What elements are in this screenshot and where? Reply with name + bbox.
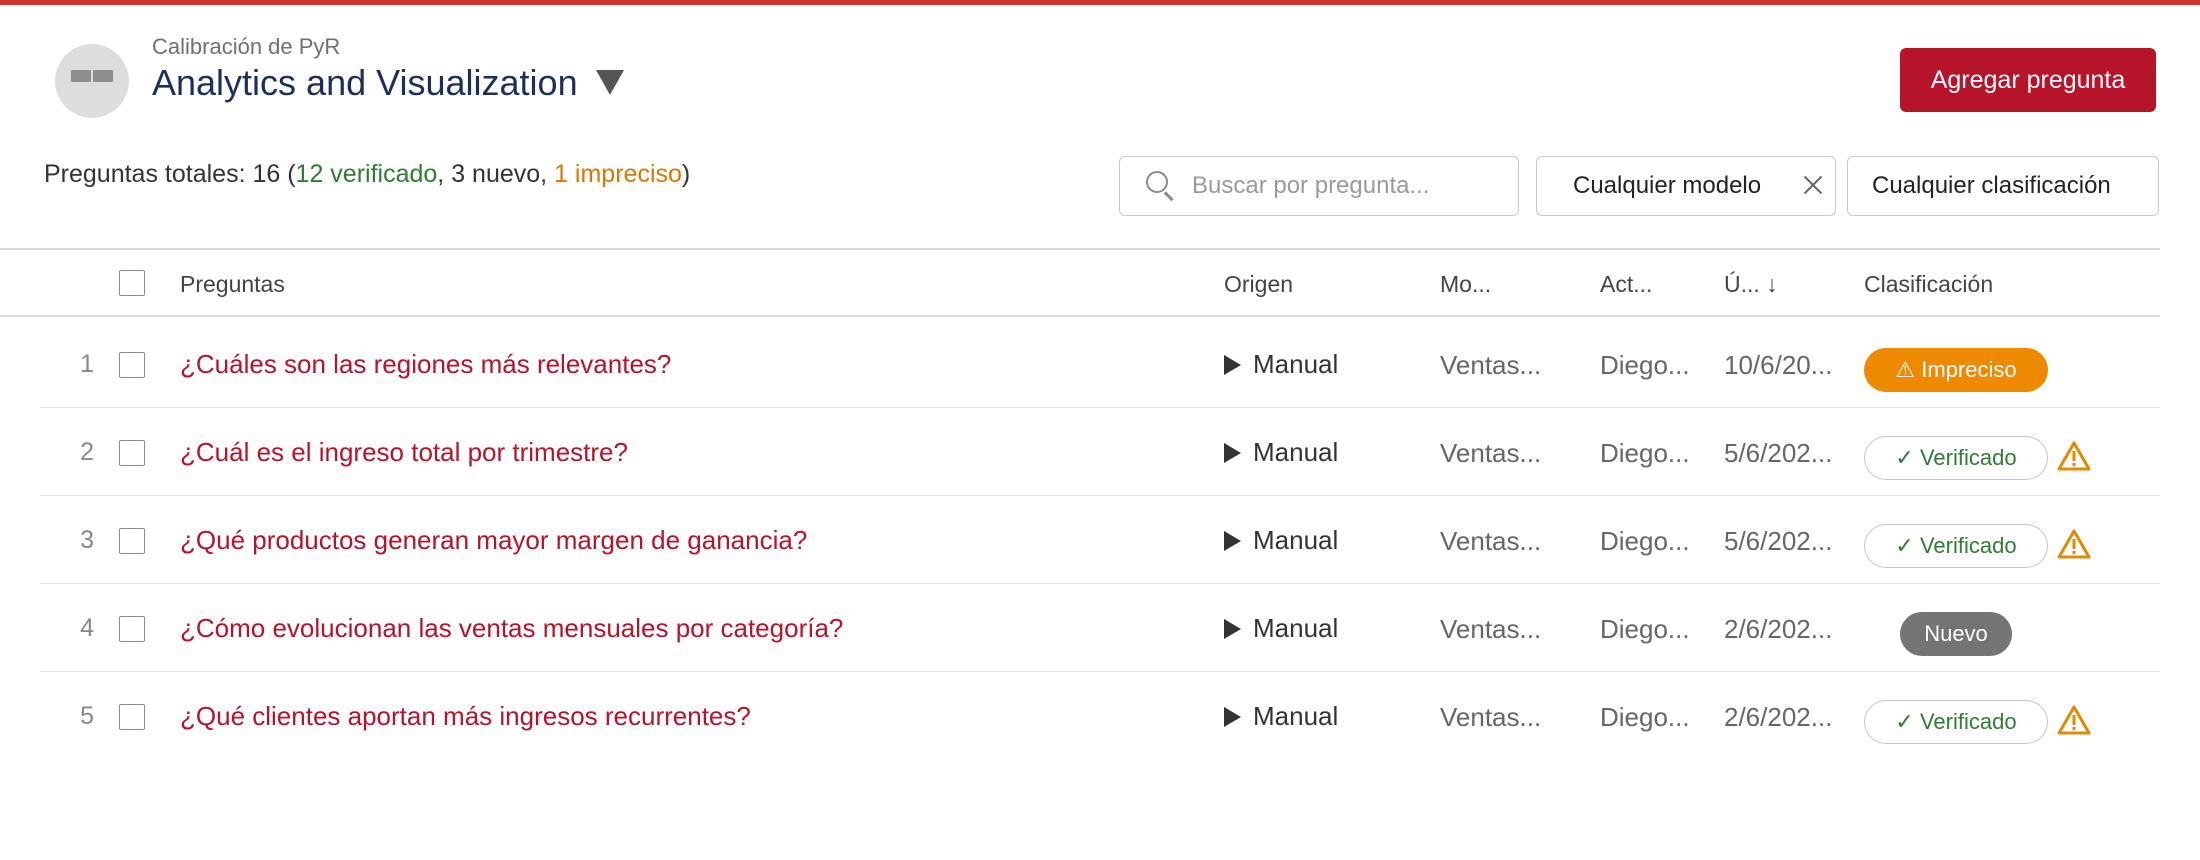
caret-down-icon[interactable] [595, 69, 624, 95]
row-number: 1 [80, 350, 94, 378]
actor-value: Diego... [1600, 438, 1690, 468]
model-value: Ventas... [1440, 614, 1542, 644]
warning-icon[interactable] [2056, 528, 2092, 560]
actor-value: Diego... [1600, 526, 1690, 556]
avatar-eye-left [71, 70, 91, 82]
column-header-classification[interactable]: Clasificación [1864, 271, 1993, 298]
row-divider [40, 583, 2160, 584]
page-title: Analytics and Visualization [152, 62, 578, 103]
sort-arrow-icon[interactable]: ↓ [1766, 271, 1778, 297]
status-badge-verified: ✓ Verificado [1864, 700, 2048, 744]
date-value: 10/6/20... [1724, 350, 1833, 380]
add-question-button[interactable]: Agregar pregunta [1900, 48, 2156, 112]
summary-imprecise: 1 impreciso [554, 160, 682, 188]
search-box[interactable] [1119, 156, 1519, 216]
model-value: Ventas... [1440, 438, 1542, 468]
column-header-last[interactable]: Ú... ↓ [1724, 271, 1778, 298]
origin-value: Manual [1253, 701, 1339, 731]
model-filter[interactable]: Cualquier modelo [1536, 156, 1836, 216]
origin-value: Manual [1253, 349, 1339, 379]
warning-icon[interactable] [2056, 704, 2092, 736]
row-number: 5 [80, 702, 94, 730]
search-input[interactable] [1190, 171, 1514, 201]
model-value: Ventas... [1440, 702, 1542, 732]
question-link[interactable]: ¿Cuál es el ingreso total por trimestre? [180, 437, 628, 468]
dataset-selector[interactable]: Analytics and Visualization [152, 62, 624, 104]
questions-summary: Preguntas totales: 16 (12 verificado, 3 … [44, 160, 690, 189]
column-header-actor[interactable]: Act... [1600, 271, 1652, 298]
origin-toggle[interactable]: Manual [1224, 613, 1338, 644]
select-all-checkbox[interactable] [119, 270, 145, 296]
origin-toggle[interactable]: Manual [1224, 525, 1338, 556]
status-badge-verified: ✓ Verificado [1864, 436, 2048, 480]
actor-value: Diego... [1600, 702, 1690, 732]
column-header-last-label: Ú... [1724, 271, 1760, 297]
origin-value: Manual [1253, 437, 1339, 467]
play-icon [1224, 618, 1241, 639]
column-header-questions[interactable]: Preguntas [180, 271, 285, 298]
model-value: Ventas... [1440, 526, 1542, 556]
status-badge-imprecise: ⚠ Impreciso [1864, 348, 2048, 392]
close-icon[interactable] [1801, 173, 1825, 197]
warning-icon[interactable] [2056, 440, 2092, 472]
date-value: 5/6/202... [1724, 438, 1833, 468]
summary-new: 3 nuevo [451, 160, 541, 188]
column-header-model[interactable]: Mo... [1440, 271, 1491, 298]
actor-value: Diego... [1600, 350, 1690, 380]
header-divider [0, 315, 2160, 317]
origin-toggle[interactable]: Manual [1224, 701, 1338, 732]
search-icon [1146, 171, 1176, 201]
status-badge-verified: ✓ Verificado [1864, 524, 2048, 568]
origin-value: Manual [1253, 613, 1339, 643]
column-header-origin[interactable]: Origen [1224, 271, 1293, 298]
top-accent-bar [0, 0, 2200, 5]
summary-separator: , [540, 160, 555, 188]
status-badge-new: Nuevo [1900, 612, 2012, 656]
summary-verified: 12 verificado [295, 160, 438, 188]
play-icon [1224, 530, 1241, 551]
row-checkbox[interactable] [119, 440, 145, 466]
avatar-icon [55, 44, 129, 118]
summary-prefix: Preguntas totales: 16 ( [44, 160, 296, 188]
row-number: 4 [80, 614, 94, 642]
question-link[interactable]: ¿Qué clientes aportan más ingresos recur… [180, 701, 751, 732]
page-subtitle: Calibración de PyR [152, 34, 341, 59]
summary-separator: , [437, 160, 452, 188]
date-value: 2/6/202... [1724, 614, 1833, 644]
row-number: 3 [80, 526, 94, 554]
row-divider [40, 671, 2160, 672]
origin-value: Manual [1253, 525, 1339, 555]
row-divider [40, 407, 2160, 408]
question-link[interactable]: ¿Qué productos generan mayor margen de g… [180, 525, 807, 556]
origin-toggle[interactable]: Manual [1224, 349, 1338, 380]
row-checkbox[interactable] [119, 704, 145, 730]
row-divider [40, 495, 2160, 496]
play-icon [1224, 442, 1241, 463]
play-icon [1224, 354, 1241, 375]
play-icon [1224, 706, 1241, 727]
question-link[interactable]: ¿Cómo evolucionan las ventas mensuales p… [180, 613, 843, 644]
row-checkbox[interactable] [119, 528, 145, 554]
actor-value: Diego... [1600, 614, 1690, 644]
date-value: 2/6/202... [1724, 702, 1833, 732]
row-checkbox[interactable] [119, 616, 145, 642]
origin-toggle[interactable]: Manual [1224, 437, 1338, 468]
avatar-eye-right [93, 70, 113, 82]
table-top-divider [0, 248, 2160, 250]
row-number: 2 [80, 438, 94, 466]
model-value: Ventas... [1440, 350, 1542, 380]
classification-filter[interactable]: Cualquier clasificación [1847, 156, 2159, 216]
question-link[interactable]: ¿Cuáles son las regiones más relevantes? [180, 349, 671, 380]
date-value: 5/6/202... [1724, 526, 1833, 556]
classification-filter-value: Cualquier clasificación [1872, 172, 2111, 199]
summary-suffix: ) [681, 160, 691, 188]
row-checkbox[interactable] [119, 352, 145, 378]
model-filter-value: Cualquier modelo [1573, 172, 1762, 199]
